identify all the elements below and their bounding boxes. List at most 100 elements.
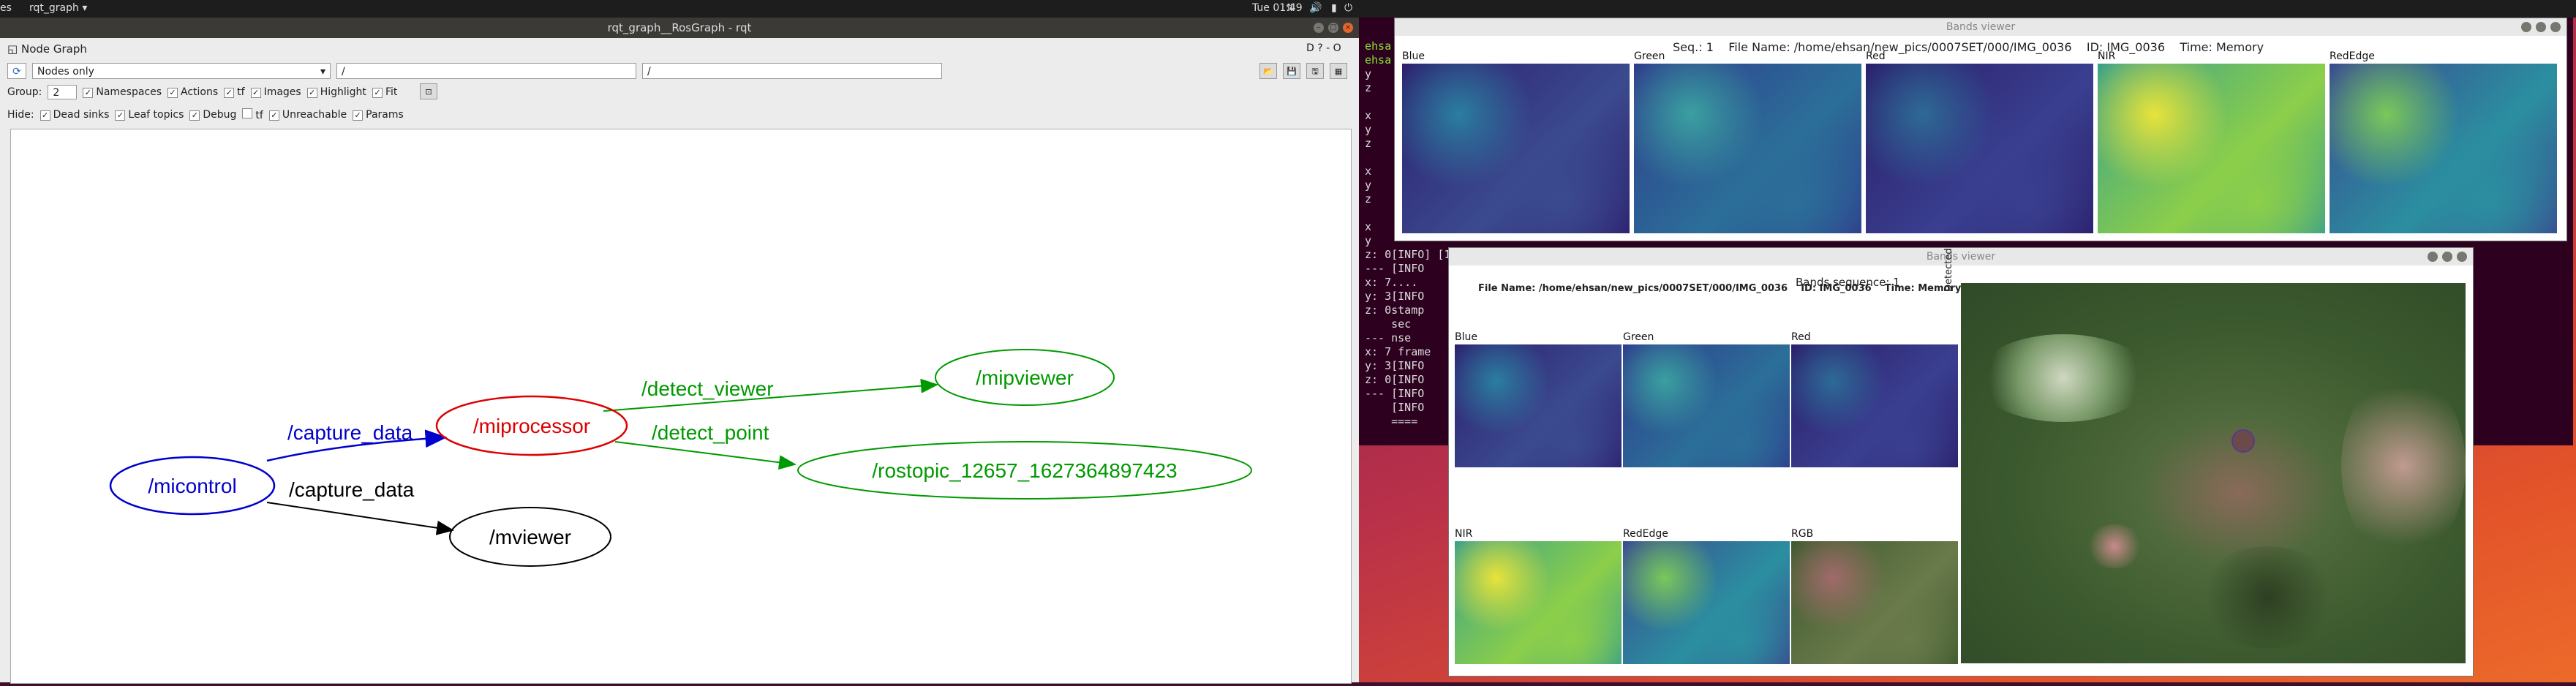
detected-rgb-image xyxy=(1961,283,2466,663)
option-tf[interactable]: tf xyxy=(242,108,263,121)
save-dot-button[interactable]: 💾 xyxy=(1283,63,1300,79)
terminal-line: --- nse xyxy=(1365,331,1412,344)
node-label-rostopic: /rostopic_12657_1627364897423 xyxy=(872,459,1177,482)
clock[interactable]: Tue 01:49 xyxy=(1252,2,1303,14)
refresh-button[interactable]: ⟳ xyxy=(7,63,26,79)
option-debug[interactable]: ✓ Debug xyxy=(189,109,236,121)
topic-filter-input[interactable]: / xyxy=(642,63,942,79)
checkbox[interactable]: ✓ xyxy=(39,110,50,121)
option-namespaces[interactable]: ✓ Namespaces xyxy=(83,86,162,98)
network-icon[interactable]: ⇅ xyxy=(1286,2,1295,14)
minimize-button[interactable]: – xyxy=(1314,23,1324,33)
band-label-rededge: RedEdge xyxy=(2330,50,2375,62)
option-unreachable[interactable]: ✓ Unreachable xyxy=(268,109,347,121)
save-image-button[interactable]: ▦ xyxy=(1330,63,1347,79)
band-image-rededge xyxy=(1623,541,1790,664)
activities-fragment[interactable]: es xyxy=(0,2,12,14)
save-svg-button[interactable]: 🖫 xyxy=(1306,63,1324,79)
band-label-blue: Blue xyxy=(1455,331,1477,343)
minimize-button[interactable] xyxy=(2521,22,2531,32)
band-label-green: Green xyxy=(1634,50,1665,62)
checkbox[interactable]: ✓ xyxy=(250,88,261,98)
node-label-mviewer: /mviewer xyxy=(489,526,571,549)
terminal-line: --- [INFO xyxy=(1365,387,1425,400)
panel-help-buttons[interactable]: D ? - O xyxy=(1306,42,1341,54)
band-label-blue: Blue xyxy=(1402,50,1425,62)
rqt-graph-window: rqt_graph__RosGraph - rqt – □ × ◱ Node G… xyxy=(0,18,1359,684)
seq-label: Seq.: 1 xyxy=(1673,40,1714,54)
checkbox[interactable]: ✓ xyxy=(83,88,94,98)
checkbox-label: Dead sinks xyxy=(53,109,110,121)
option-params[interactable]: ✓ Params xyxy=(353,109,404,121)
node-label-miprocessor: /miprocessor xyxy=(473,415,590,437)
bands-viewer-1-header: Seq.: 1 File Name: /home/ehsan/new_pics/… xyxy=(1673,40,2264,54)
option-fit[interactable]: ✓ Fit xyxy=(372,86,397,98)
detection-marker xyxy=(2232,429,2255,453)
band-image-blue xyxy=(1402,64,1630,233)
checkbox-label: tf xyxy=(255,110,263,121)
edge-label-detect-viewer: /detect_viewer xyxy=(641,377,774,400)
checkbox[interactable]: ✓ xyxy=(167,88,178,98)
graph-canvas[interactable]: /capture_data /capture_data /detect_view… xyxy=(10,129,1352,684)
option-leaf-topics[interactable]: ✓ Leaf topics xyxy=(115,109,184,121)
edge-detect-point[interactable] xyxy=(614,441,796,470)
hide-label: Hide: xyxy=(7,109,34,121)
checkbox[interactable]: ✓ xyxy=(372,88,383,98)
load-dot-button[interactable]: 📂 xyxy=(1259,63,1277,79)
maximize-button[interactable] xyxy=(2536,22,2546,32)
checkbox[interactable]: ✓ xyxy=(224,88,235,98)
checkbox[interactable]: ✓ xyxy=(268,110,279,121)
minimize-button[interactable] xyxy=(2428,252,2438,262)
close-button[interactable] xyxy=(2457,252,2467,262)
band-label-rededge: RedEdge xyxy=(1623,528,1668,540)
checkbox-label: Actions xyxy=(181,86,219,98)
option-highlight[interactable]: ✓ Highlight xyxy=(306,86,366,98)
terminal-line: x xyxy=(1365,165,1372,178)
battery-icon[interactable]: ▮ xyxy=(1331,2,1337,14)
group-spinbox[interactable]: 2 xyxy=(48,85,78,99)
option-tf[interactable]: ✓ tf xyxy=(224,86,245,98)
zoom-fit-button[interactable]: ⊡ xyxy=(420,83,437,99)
option-dead-sinks[interactable]: ✓ Dead sinks xyxy=(39,109,110,121)
edge-capture-to-mviewer[interactable] xyxy=(266,502,454,535)
close-button[interactable]: × xyxy=(1343,23,1353,33)
ns-filter-input[interactable]: / xyxy=(336,63,636,79)
time-label: Time: Memory xyxy=(2180,40,2264,54)
bands-viewer-window-2: Bands viewer File Name: /home/ehsan/new_… xyxy=(1448,247,2474,676)
band-label-nir: NIR xyxy=(1455,528,1473,540)
rqt-titlebar: rqt_graph__RosGraph - rqt – □ × xyxy=(0,18,1359,38)
terminal-line: z: 0stamp xyxy=(1365,304,1425,317)
option-actions[interactable]: ✓ Actions xyxy=(167,86,218,98)
power-icon[interactable]: ⏻ xyxy=(1344,2,1352,14)
checkbox-label: Images xyxy=(263,86,301,98)
bands-viewer-1-titlebar: Bands viewer xyxy=(1395,18,2566,36)
maximize-button[interactable]: □ xyxy=(1328,23,1338,33)
edge-label-capture-2: /capture_data xyxy=(289,478,415,501)
close-button[interactable] xyxy=(2550,22,2561,32)
terminal-line: [INFO xyxy=(1365,401,1425,414)
bands-viewer-2-titlebar: Bands viewer xyxy=(1449,248,2473,265)
app-menu[interactable]: rqt_graph ▾ xyxy=(29,2,87,14)
band-image-nir xyxy=(2098,64,2325,233)
terminal-line: y xyxy=(1365,178,1372,192)
edge-label-capture-1: /capture_data xyxy=(287,421,413,444)
band-image-blue xyxy=(1455,344,1622,467)
checkbox-label: Leaf topics xyxy=(128,109,184,121)
terminal-line: y xyxy=(1365,234,1372,247)
checkbox[interactable]: ✓ xyxy=(115,110,126,121)
volume-icon[interactable]: 🔊 xyxy=(1309,2,1322,14)
band-image-red xyxy=(1791,344,1958,467)
checkbox-label: Debug xyxy=(203,109,237,121)
terminal-line: y xyxy=(1365,123,1372,136)
checkbox[interactable]: ✓ xyxy=(189,110,200,121)
checkbox[interactable] xyxy=(242,108,253,118)
filter-mode-select[interactable]: Nodes only ▾ xyxy=(32,63,331,79)
checkbox[interactable]: ✓ xyxy=(306,88,317,98)
band-image-rededge xyxy=(2330,64,2557,233)
detected-label: Detected xyxy=(1943,248,1954,292)
band-image-red xyxy=(1866,64,2093,233)
option-images[interactable]: ✓ Images xyxy=(250,86,301,98)
checkbox[interactable]: ✓ xyxy=(353,110,364,121)
file-name-label: File Name: /home/ehsan/new_pics/0007SET/… xyxy=(1478,283,1788,294)
maximize-button[interactable] xyxy=(2442,252,2452,262)
